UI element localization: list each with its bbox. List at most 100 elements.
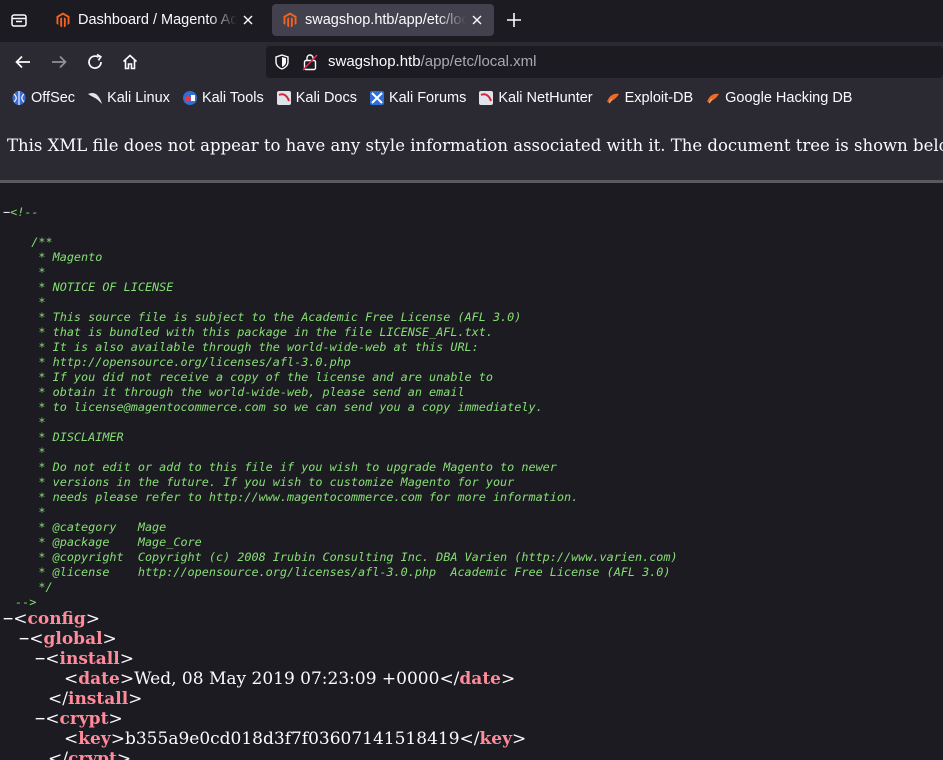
url-host: swagshop.htb xyxy=(328,53,421,70)
bookmark-kali-docs[interactable]: Kali Docs xyxy=(276,90,357,106)
magento-icon xyxy=(283,12,297,28)
tab-title: Dashboard / Magento Adm xyxy=(78,12,237,28)
comment-line: * xyxy=(10,415,46,429)
offsec-icon xyxy=(12,90,26,105)
kali-forums-icon xyxy=(369,90,384,105)
bookmark-google-hacking-db[interactable]: Google Hacking DB xyxy=(705,90,852,106)
close-tab-button[interactable] xyxy=(466,9,488,31)
kali-dragon-icon xyxy=(88,92,103,104)
forward-button[interactable] xyxy=(47,50,71,74)
comment-line: * This source file is subject to the Aca… xyxy=(10,310,522,324)
home-icon xyxy=(122,54,138,70)
bookmark-offsec[interactable]: OffSec xyxy=(11,90,75,106)
bookmark-label: Kali NetHunter xyxy=(498,89,593,106)
bookmark-kali-forums[interactable]: Kali Forums xyxy=(369,90,466,106)
crypt-close-tag: crypt xyxy=(67,749,117,760)
crypt-close-line: </crypt> xyxy=(48,749,131,760)
comment-line: * that is bundled with this package in t… xyxy=(10,325,493,339)
key-value: b355a9e0cd018d3f7f03607141518419 xyxy=(124,729,460,749)
comment-line: * It is also available through the world… xyxy=(10,340,479,354)
bookmark-label: Exploit-DB xyxy=(624,89,694,106)
kali-docs-icon xyxy=(276,90,291,105)
url-bar[interactable]: swagshop.htb/app/etc/local.xml xyxy=(266,46,943,78)
close-tab-button[interactable] xyxy=(237,9,259,31)
forward-arrow-icon xyxy=(52,55,67,69)
plus-icon xyxy=(507,13,521,27)
key-tag: key xyxy=(78,729,111,749)
back-button[interactable] xyxy=(11,50,35,74)
bookmark-kali-linux[interactable]: Kali Linux xyxy=(87,90,170,106)
comment-line: * @copyright Copyright (c) 2008 Irubin C… xyxy=(10,550,678,564)
collapse-toggle[interactable]: − xyxy=(35,649,45,669)
tab-dashboard[interactable]: Dashboard / Magento Adm xyxy=(45,4,265,36)
tab-list-button[interactable] xyxy=(8,9,30,31)
back-arrow-icon xyxy=(15,55,30,69)
comment-line: * versions in the future. If you wish to… xyxy=(10,475,515,489)
bookmark-kali-nethunter[interactable]: Kali NetHunter xyxy=(478,89,593,106)
comment-line: * Do not edit or add to this file if you… xyxy=(10,460,557,474)
close-icon xyxy=(472,15,482,25)
tab-title: swagshop.htb/app/etc/loc xyxy=(305,12,466,28)
comment-line: * NOTICE OF LICENSE xyxy=(10,280,174,294)
comment-line: * xyxy=(10,445,46,459)
config-open-line: −<config> xyxy=(3,609,101,629)
collapse-toggle[interactable]: − xyxy=(19,629,29,649)
bookmark-label: Kali Forums xyxy=(388,89,467,106)
install-close-tag: install xyxy=(67,689,129,709)
bookmarks-toolbar: OffSec Kali Linux Kali Tools Kali Docs K… xyxy=(0,82,943,113)
key-line: <key>b355a9e0cd018d3f7f03607141518419</k… xyxy=(64,729,527,749)
comment-line: * xyxy=(10,265,46,279)
install-tag: install xyxy=(59,649,120,669)
comment-line: * http://opensource.org/licenses/afl-3.0… xyxy=(10,355,351,369)
crypt-open-line: −<crypt> xyxy=(35,709,123,729)
comment-line: /** xyxy=(10,235,53,249)
comment-line: * to license@magentocommerce.com so we c… xyxy=(10,400,543,414)
comment-line: * needs please refer to http://www.magen… xyxy=(10,490,579,504)
url-path: /app/etc/local.xml xyxy=(420,53,537,70)
bookmark-label: Kali Docs xyxy=(295,89,357,106)
date-value: Wed, 08 May 2019 07:23:09 +0000 xyxy=(134,669,440,689)
comment-line: * @category Mage xyxy=(10,520,167,534)
key-close-tag: key xyxy=(479,729,512,749)
nav-bar: swagshop.htb/app/etc/local.xml xyxy=(0,42,943,82)
comment-line: * @license http://opensource.org/license… xyxy=(10,565,671,579)
install-close-line: </install> xyxy=(48,689,143,709)
reload-icon xyxy=(88,53,102,69)
install-open-line: −<install> xyxy=(35,649,134,669)
bookmark-kali-tools[interactable]: Kali Tools xyxy=(182,90,264,106)
ghdb-icon xyxy=(707,93,720,103)
collapse-toggle[interactable]: − xyxy=(3,609,13,629)
home-button[interactable] xyxy=(118,50,142,74)
kali-tools-icon xyxy=(182,90,197,105)
exploit-db-icon xyxy=(606,93,619,103)
kali-nethunter-icon xyxy=(479,90,494,105)
xml-style-notice: This XML file does not appear to have an… xyxy=(0,113,943,183)
comment-line: * xyxy=(10,505,46,519)
comment-close: --> xyxy=(15,595,37,609)
date-line: <date>Wed, 08 May 2019 07:23:09 +0000</d… xyxy=(64,669,516,689)
comment-line: * obtain it through the world-wide-web, … xyxy=(10,385,465,399)
page-content: This XML file does not appear to have an… xyxy=(0,113,943,760)
collapse-toggle[interactable]: − xyxy=(35,709,45,729)
reload-button[interactable] xyxy=(83,50,107,74)
comment-line: * If you did not receive a copy of the l… xyxy=(10,370,493,384)
new-tab-button[interactable] xyxy=(503,9,525,31)
comment-line: * xyxy=(10,295,46,309)
comment-line: * @package Mage_Core xyxy=(10,535,202,549)
bookmark-label: Google Hacking DB xyxy=(725,89,853,106)
global-open-line: −<global> xyxy=(19,629,117,649)
comment-line: */ xyxy=(10,580,53,594)
config-tag: config xyxy=(27,609,86,629)
tracking-protection-shield-icon[interactable] xyxy=(274,54,290,70)
crypt-tag: crypt xyxy=(59,709,109,729)
url-text[interactable]: swagshop.htb/app/etc/local.xml xyxy=(328,53,536,70)
comment-line: * DISCLAIMER xyxy=(10,430,124,444)
close-icon xyxy=(243,15,253,25)
date-tag: date xyxy=(78,669,120,689)
insecure-lock-icon[interactable] xyxy=(302,53,318,71)
bookmark-label: Kali Tools xyxy=(201,89,264,106)
tab-local-xml[interactable]: swagshop.htb/app/etc/loc xyxy=(272,4,494,36)
bookmark-label: OffSec xyxy=(31,89,76,106)
tab-list-icon xyxy=(11,14,27,27)
bookmark-exploit-db[interactable]: Exploit-DB xyxy=(605,89,694,106)
